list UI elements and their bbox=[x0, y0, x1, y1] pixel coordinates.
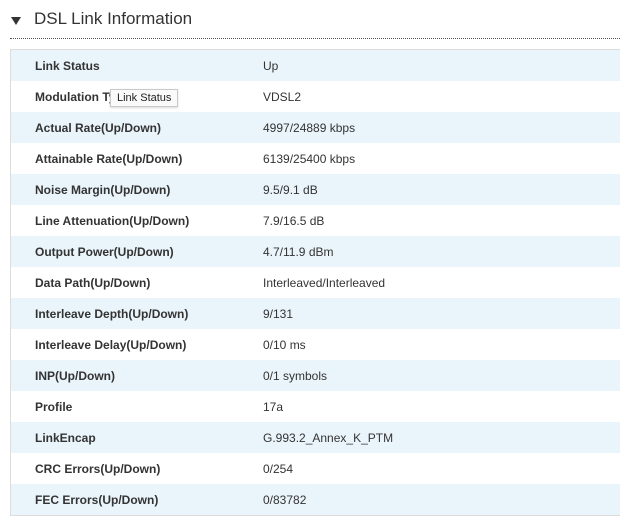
row-value: G.993.2_Annex_K_PTM bbox=[263, 431, 394, 445]
row-label: FEC Errors(Up/Down) bbox=[35, 493, 159, 507]
row-value: Up bbox=[263, 59, 279, 73]
row-label: Noise Margin(Up/Down) bbox=[35, 183, 171, 197]
row-label: Output Power(Up/Down) bbox=[35, 245, 174, 259]
table-row: Profile 17a bbox=[11, 391, 620, 422]
table-row: Link Status Up bbox=[11, 50, 620, 81]
row-label: LinkEncap bbox=[35, 431, 96, 445]
row-value: 4.7/11.9 dBm bbox=[263, 245, 334, 259]
table-row: Interleave Depth(Up/Down) 9/131 bbox=[11, 298, 620, 329]
row-value: 0/10 ms bbox=[263, 338, 306, 352]
triangle-down-icon[interactable] bbox=[11, 17, 21, 25]
row-value: 17a bbox=[263, 400, 284, 414]
row-label: Attainable Rate(Up/Down) bbox=[35, 152, 183, 166]
row-label: Actual Rate(Up/Down) bbox=[35, 121, 161, 135]
row-value: 4997/24889 kbps bbox=[263, 121, 356, 135]
dsl-info-table: Link Status Up Modulation Type VDSL2 Act… bbox=[10, 49, 620, 516]
row-value: 9/131 bbox=[263, 307, 294, 321]
table-row: INP(Up/Down) 0/1 symbols bbox=[11, 360, 620, 391]
row-label: Link Status bbox=[35, 59, 100, 73]
row-label: CRC Errors(Up/Down) bbox=[35, 462, 161, 476]
table-row: Line Attenuation(Up/Down) 7.9/16.5 dB bbox=[11, 205, 620, 236]
table-row: Data Path(Up/Down) Interleaved/Interleav… bbox=[11, 267, 620, 298]
header-divider bbox=[10, 38, 620, 39]
table-row: Interleave Delay(Up/Down) 0/10 ms bbox=[11, 329, 620, 360]
row-label: Line Attenuation(Up/Down) bbox=[35, 214, 190, 228]
row-value: 0/1 symbols bbox=[263, 369, 328, 383]
row-label: Interleave Depth(Up/Down) bbox=[35, 307, 189, 321]
table-row: Attainable Rate(Up/Down) 6139/25400 kbps bbox=[11, 143, 620, 174]
dsl-link-information-panel: DSL Link Information Link Status Up Modu… bbox=[0, 0, 620, 519]
section-title: DSL Link Information bbox=[34, 9, 193, 28]
row-value: 7.9/16.5 dB bbox=[263, 214, 325, 228]
row-value: VDSL2 bbox=[263, 90, 302, 104]
table-row: Output Power(Up/Down) 4.7/11.9 dBm bbox=[11, 236, 620, 267]
row-label: Interleave Delay(Up/Down) bbox=[35, 338, 187, 352]
row-label: Data Path(Up/Down) bbox=[35, 276, 151, 290]
table-row: CRC Errors(Up/Down) 0/254 bbox=[11, 453, 620, 484]
row-value: Interleaved/Interleaved bbox=[263, 276, 386, 290]
table-row: FEC Errors(Up/Down) 0/83782 bbox=[11, 484, 620, 515]
row-value: 9.5/9.1 dB bbox=[263, 183, 318, 197]
table-row: LinkEncap G.993.2_Annex_K_PTM bbox=[11, 422, 620, 453]
row-label: INP(Up/Down) bbox=[35, 369, 115, 383]
table-row: Modulation Type VDSL2 bbox=[11, 81, 620, 112]
row-value: 0/254 bbox=[263, 462, 294, 476]
row-value: 0/83782 bbox=[263, 493, 307, 507]
hover-tooltip: Link Status bbox=[110, 89, 179, 107]
table-row: Noise Margin(Up/Down) 9.5/9.1 dB bbox=[11, 174, 620, 205]
section-header[interactable]: DSL Link Information bbox=[0, 0, 620, 38]
table-row: Actual Rate(Up/Down) 4997/24889 kbps bbox=[11, 112, 620, 143]
row-value: 6139/25400 kbps bbox=[263, 152, 356, 166]
row-label: Profile bbox=[35, 400, 73, 414]
